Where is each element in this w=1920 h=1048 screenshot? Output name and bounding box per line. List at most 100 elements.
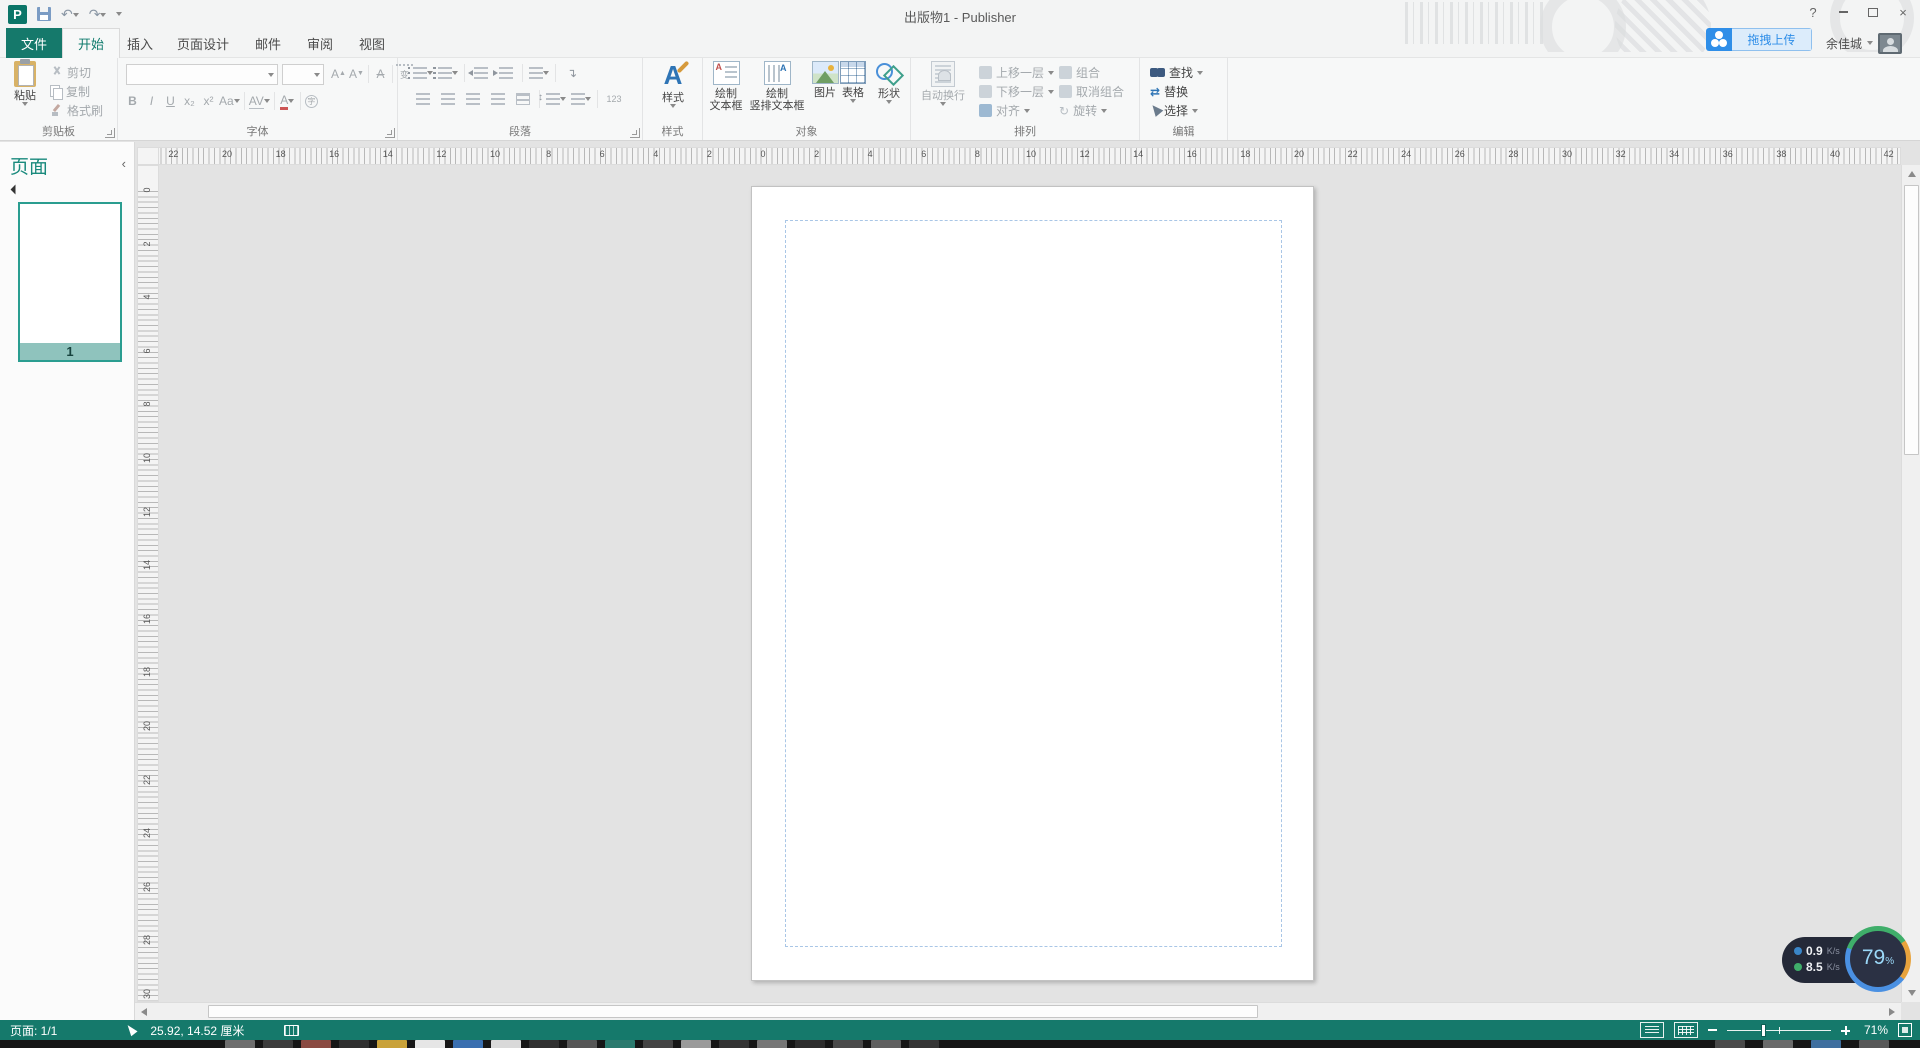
taskbar-app-icon[interactable]: [871, 1040, 901, 1048]
vertical-scrollbar-thumb[interactable]: [1904, 185, 1919, 455]
zoom-out-icon[interactable]: [1708, 1029, 1717, 1031]
align-right-button[interactable]: [462, 89, 484, 109]
taskbar-app-icon[interactable]: [415, 1040, 445, 1048]
copy-button[interactable]: 复制: [50, 83, 90, 100]
line-spacing-button[interactable]: [545, 89, 567, 109]
tab-mailings[interactable]: 邮件: [240, 28, 296, 58]
taskbar-app-icon[interactable]: [909, 1040, 939, 1048]
taskbar-tray-icon[interactable]: [1811, 1040, 1841, 1048]
draw-textbox-button[interactable]: 绘制文本框: [705, 61, 747, 121]
styles-button[interactable]: A 样式: [654, 61, 692, 121]
status-object-size-icon[interactable]: [284, 1025, 299, 1036]
underline-button[interactable]: U: [162, 91, 179, 111]
status-page-indicator[interactable]: 页面: 1/1: [10, 1022, 57, 1039]
format-painter-button[interactable]: 格式刷: [50, 102, 103, 119]
find-button[interactable]: 查找: [1150, 64, 1203, 81]
alignment-menu-button[interactable]: [528, 63, 550, 83]
save-icon[interactable]: [37, 7, 51, 21]
redo-icon[interactable]: ↷: [89, 7, 107, 21]
single-page-view-button[interactable]: [1640, 1022, 1664, 1038]
taskbar-tray-icon[interactable]: [1763, 1040, 1793, 1048]
tab-review[interactable]: 审阅: [292, 28, 348, 58]
scroll-left-icon[interactable]: [141, 1008, 147, 1016]
taskbar-app-icon[interactable]: [377, 1040, 407, 1048]
character-spacing-button[interactable]: AV: [249, 91, 270, 111]
taskbar-app-icon[interactable]: [833, 1040, 863, 1048]
font-color-button[interactable]: A: [279, 91, 296, 111]
tab-insert[interactable]: 插入: [112, 28, 168, 58]
cut-button[interactable]: 剪切: [50, 64, 91, 81]
help-button[interactable]: ?: [1798, 0, 1828, 24]
align-objects-button[interactable]: 对齐: [979, 102, 1030, 119]
font-dialog-launcher-icon[interactable]: [385, 128, 395, 138]
font-size-combo[interactable]: [282, 64, 324, 85]
vertical-scrollbar[interactable]: [1901, 165, 1920, 1002]
send-backward-button[interactable]: 下移一层: [979, 83, 1054, 100]
text-direction-button[interactable]: ↴: [561, 63, 583, 83]
align-center-button[interactable]: [437, 89, 459, 109]
zoom-slider[interactable]: [1727, 1030, 1831, 1031]
taskbar-app-icon[interactable]: [339, 1040, 369, 1048]
paragraph-dialog-launcher-icon[interactable]: [630, 128, 640, 138]
group-button[interactable]: 组合: [1059, 64, 1100, 81]
memory-usage-badge[interactable]: 79 %: [1845, 926, 1911, 992]
taskbar-tray-icon[interactable]: [1715, 1040, 1745, 1048]
close-button[interactable]: ×: [1888, 0, 1918, 24]
scroll-up-icon[interactable]: [1908, 171, 1916, 177]
taskbar-tray-icon[interactable]: [1859, 1040, 1889, 1048]
shrink-font-button[interactable]: A▼: [348, 64, 365, 84]
horizontal-scrollbar-thumb[interactable]: [208, 1005, 1258, 1018]
scroll-down-icon[interactable]: [1908, 990, 1916, 996]
change-case-button[interactable]: Aa: [219, 91, 240, 111]
justify-button[interactable]: [487, 89, 509, 109]
distribute-button[interactable]: [512, 89, 534, 109]
taskbar-app-icon[interactable]: [301, 1040, 331, 1048]
superscript-button[interactable]: x²: [200, 91, 217, 111]
maximize-button[interactable]: [1858, 0, 1888, 24]
select-button[interactable]: 选择: [1150, 102, 1198, 119]
publisher-app-icon[interactable]: P: [8, 5, 27, 24]
taskbar-app-icon[interactable]: [757, 1040, 787, 1048]
increase-indent-button[interactable]: [495, 63, 517, 83]
grow-font-button[interactable]: A▲: [330, 64, 347, 84]
draw-vertical-textbox-button[interactable]: 绘制竖排文本框: [749, 61, 805, 121]
netdisk-upload-button[interactable]: 拖拽上传: [1706, 28, 1812, 51]
user-account[interactable]: 余佳城: [1826, 32, 1902, 54]
taskbar-app-icon[interactable]: [719, 1040, 749, 1048]
customize-qat-icon[interactable]: [116, 12, 122, 16]
two-page-spread-view-button[interactable]: [1674, 1022, 1698, 1038]
taskbar-app-icon[interactable]: [225, 1040, 255, 1048]
align-left-button[interactable]: [412, 89, 434, 109]
numbering-button[interactable]: [437, 63, 459, 83]
subscript-button[interactable]: x₂: [181, 91, 198, 111]
clipboard-dialog-launcher-icon[interactable]: [105, 128, 115, 138]
taskbar-app-icon[interactable]: [643, 1040, 673, 1048]
taskbar-app-icon[interactable]: [795, 1040, 825, 1048]
tab-view[interactable]: 视图: [344, 28, 400, 58]
taskbar-app-icon[interactable]: [453, 1040, 483, 1048]
bring-forward-button[interactable]: 上移一层: [979, 64, 1054, 81]
horizontal-scrollbar[interactable]: [135, 1002, 1901, 1020]
decrease-indent-button[interactable]: [470, 63, 492, 83]
tab-page-design[interactable]: 页面设计: [162, 28, 244, 58]
zoom-slider-thumb[interactable]: [1761, 1024, 1766, 1037]
text-wrap-button[interactable]: 自动换行: [917, 61, 969, 121]
paste-button[interactable]: 粘贴: [6, 61, 44, 121]
paragraph-borders-button[interactable]: [570, 89, 592, 109]
zoom-in-icon[interactable]: [1841, 1026, 1850, 1035]
bold-button[interactable]: B: [124, 91, 141, 111]
taskbar-app-icon[interactable]: [491, 1040, 521, 1048]
rotate-button[interactable]: ↻旋转: [1059, 102, 1107, 119]
zoom-percentage[interactable]: 71%: [1860, 1023, 1888, 1037]
ungroup-button[interactable]: 取消组合: [1059, 83, 1124, 100]
number-styles-button[interactable]: 123: [603, 89, 625, 109]
replace-button[interactable]: ⇄替换: [1150, 83, 1188, 100]
taskbar-app-icon[interactable]: [567, 1040, 597, 1048]
status-cursor-coordinates[interactable]: 25.92, 14.52 厘米: [150, 1022, 244, 1039]
bullets-button[interactable]: [412, 63, 434, 83]
tab-file[interactable]: 文件: [6, 28, 62, 58]
page-thumbnail-1[interactable]: 1: [18, 202, 122, 362]
minimize-button[interactable]: [1828, 0, 1858, 24]
font-name-combo[interactable]: [126, 64, 278, 85]
enclose-characters-button[interactable]: 字: [305, 95, 318, 108]
